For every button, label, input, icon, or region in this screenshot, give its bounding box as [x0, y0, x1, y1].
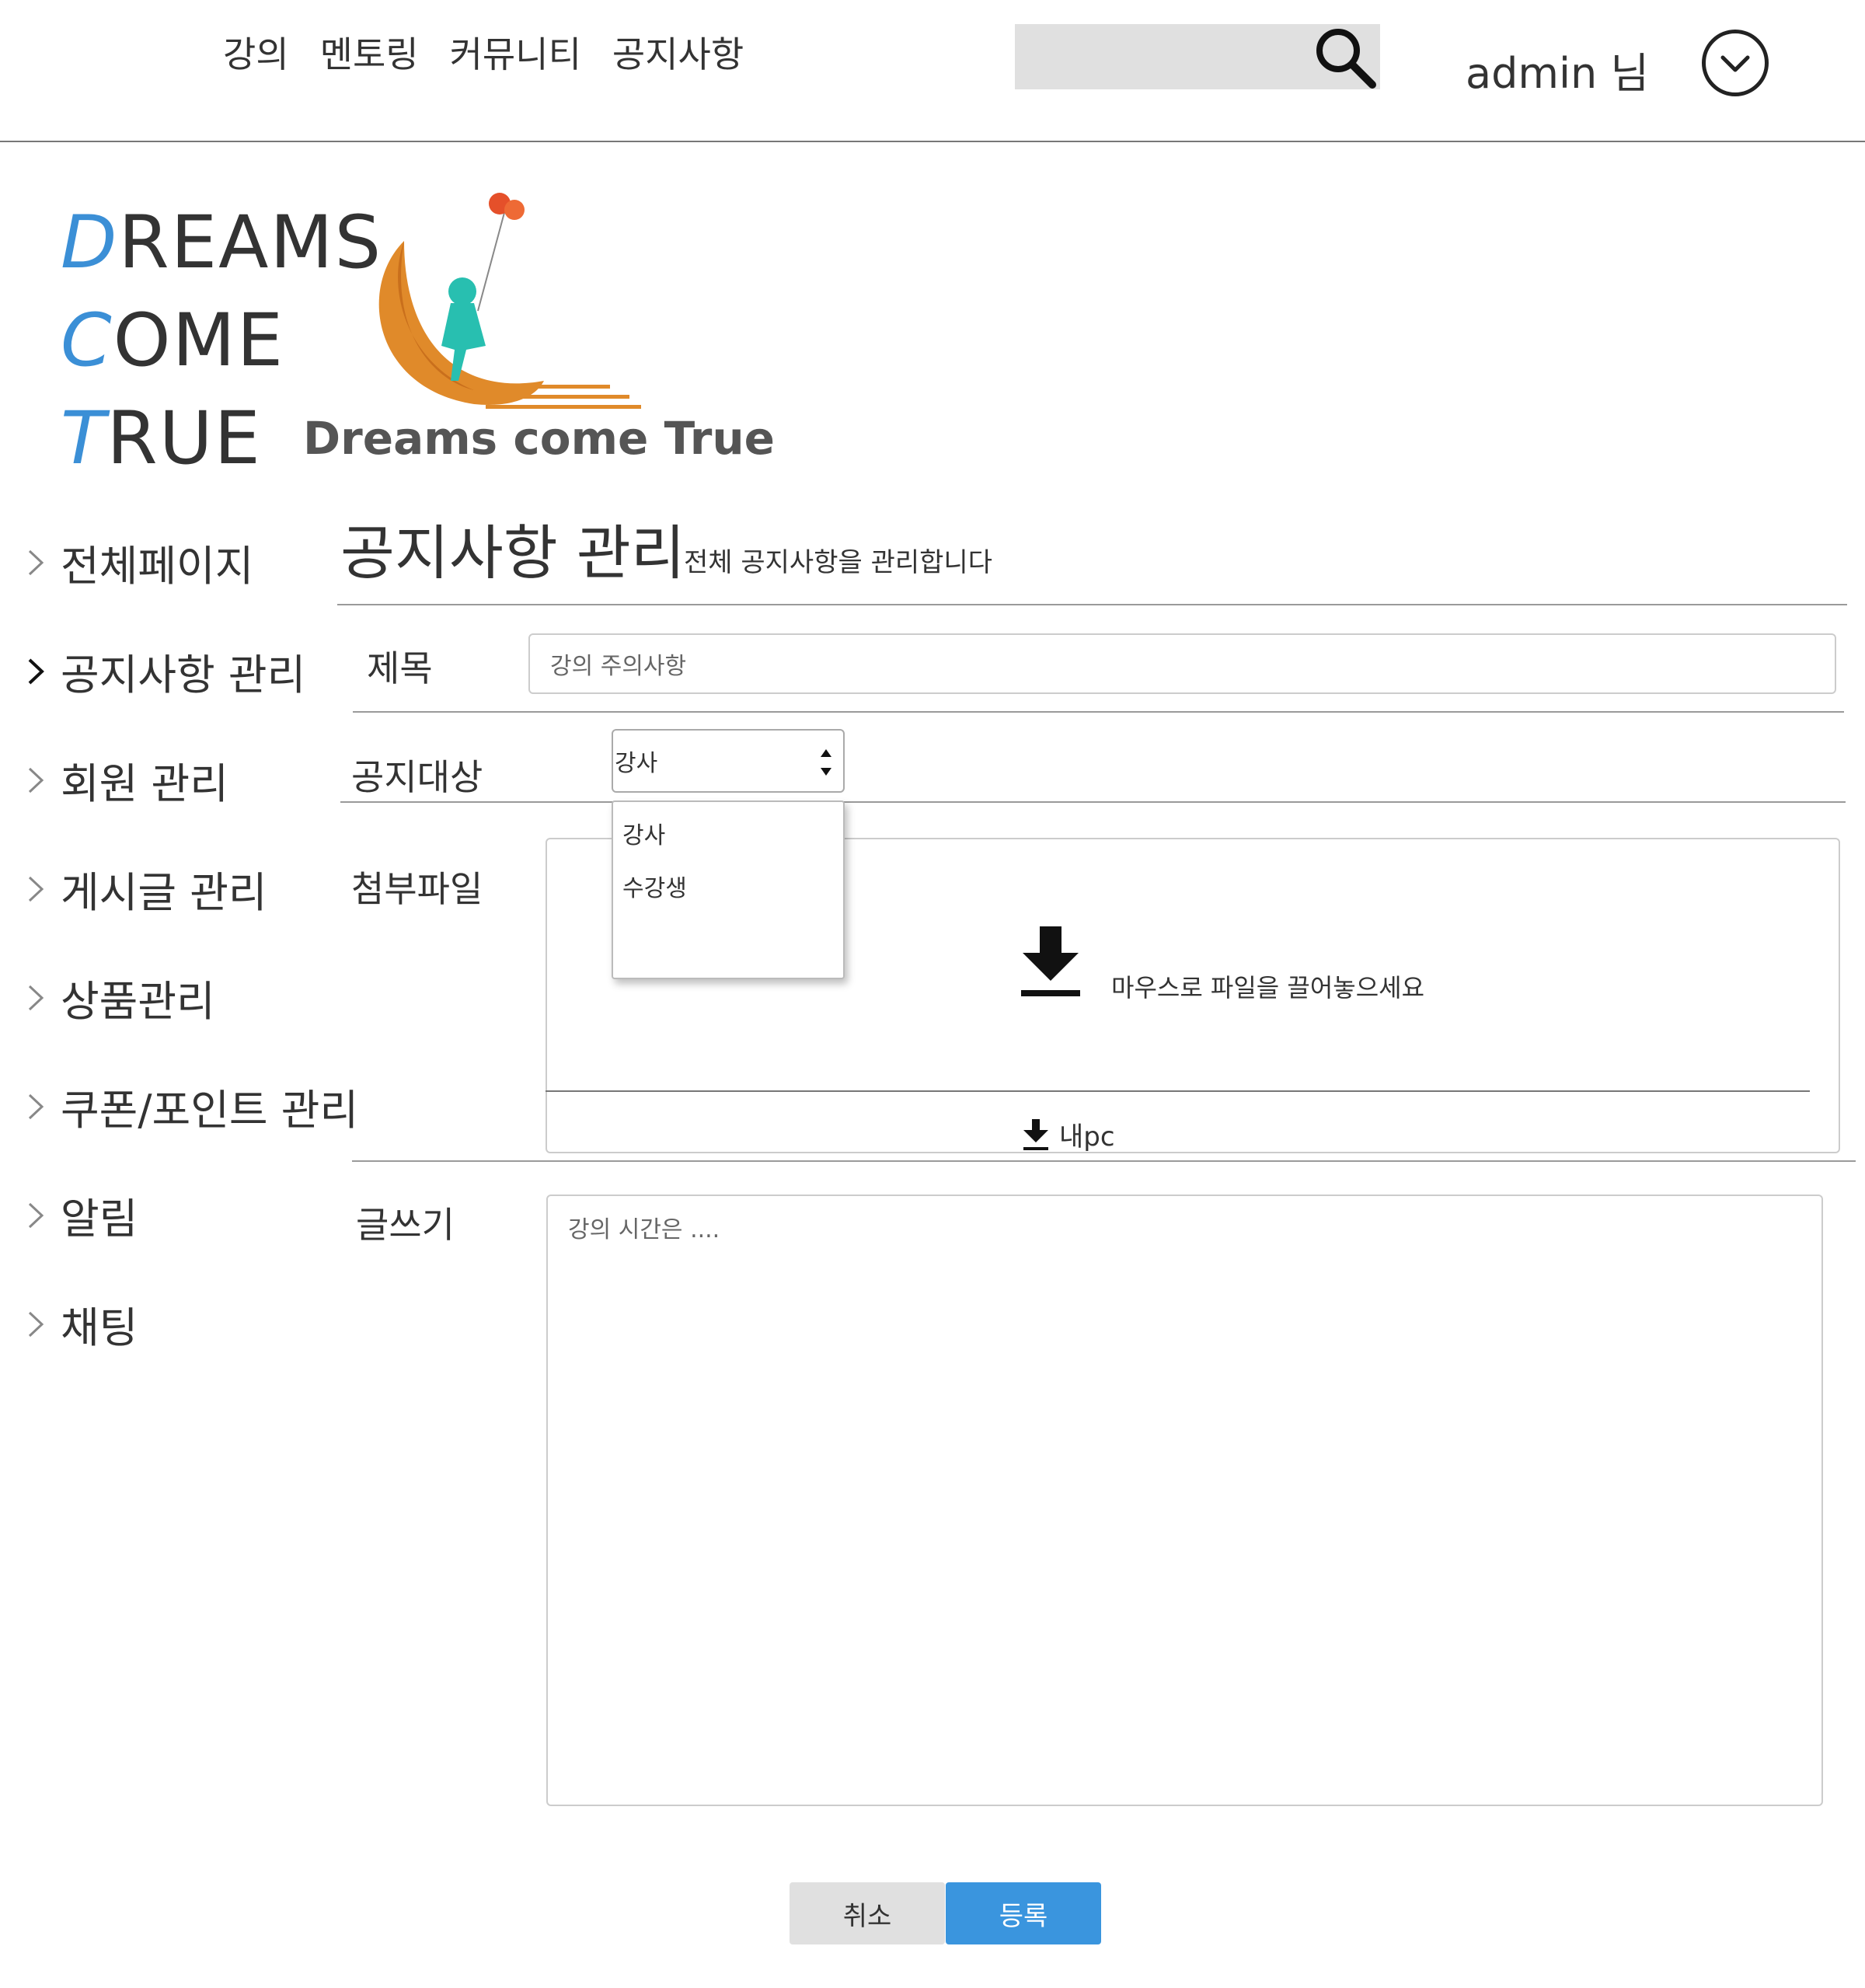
title-field-label: 제목: [367, 647, 433, 689]
target-dropdown-list: 강사 수강생: [612, 800, 845, 979]
attachment-field-label: 첨부파일: [351, 868, 483, 910]
row-divider: [353, 711, 1844, 713]
brand-caption: Dreams come True: [303, 412, 775, 465]
sidebar-item-member-management[interactable]: 회원 관리: [22, 749, 228, 811]
sidebar-item-label: 상품관리: [61, 977, 215, 1026]
drop-zone-text: 마우스로 파일을 끌어놓으세요: [1111, 973, 1425, 1003]
sidebar-item-notifications[interactable]: 알림: [22, 1184, 138, 1246]
sidebar-item-label: 게시글 관리: [61, 868, 267, 917]
chevron-right-icon: [28, 876, 44, 902]
sidebar-item-notice-management[interactable]: 공지사항 관리: [22, 640, 305, 702]
chevron-right-icon: [28, 549, 44, 575]
title-divider: [337, 604, 1847, 605]
nav-lecture[interactable]: 강의: [223, 26, 289, 78]
dropdown-option-student[interactable]: 수강생: [622, 869, 687, 903]
top-nav: 강의 멘토링 커뮤니티 공지사항: [223, 26, 775, 78]
sidebar-item-coupon-point[interactable]: 쿠폰/포인트 관리: [22, 1076, 358, 1137]
select-arrows-icon: [821, 749, 831, 776]
logo-text-line-2: COME: [61, 298, 285, 383]
target-select[interactable]: 강사: [612, 729, 845, 793]
search-icon[interactable]: [1312, 26, 1379, 92]
chevron-right-icon: [28, 985, 44, 1010]
sidebar-item-label: 채팅: [61, 1303, 138, 1352]
nav-notice[interactable]: 공지사항: [612, 26, 744, 78]
target-field-label: 공지대상: [351, 756, 483, 798]
sidebar-item-label: 전체페이지: [61, 542, 254, 591]
sidebar-item-label: 쿠폰/포인트 관리: [61, 1086, 359, 1135]
title-input[interactable]: 강의 주의사항: [528, 633, 1836, 694]
sidebar-item-post-management[interactable]: 게시글 관리: [22, 858, 267, 919]
user-menu-button[interactable]: [1702, 30, 1769, 96]
content-textarea[interactable]: 강의 시간은 ....: [546, 1195, 1823, 1806]
sidebar-item-label: 공지사항 관리: [61, 650, 306, 699]
logo-text-line-1: DREAMS: [61, 201, 383, 285]
row-divider: [340, 801, 1846, 803]
download-icon: [1023, 1118, 1048, 1150]
chevron-down-icon: [1720, 55, 1750, 72]
cancel-button[interactable]: 취소: [790, 1882, 945, 1944]
username-label: admin 님: [1466, 49, 1650, 98]
download-icon: [1021, 926, 1080, 996]
drop-zone-divider: [546, 1090, 1810, 1092]
nav-mentoring[interactable]: 멘토링: [320, 26, 419, 78]
write-field-label: 글쓰기: [356, 1204, 455, 1246]
row-divider: [352, 1160, 1856, 1162]
page-title: 공지사항 관리: [340, 518, 685, 588]
chevron-right-icon: [28, 658, 44, 684]
my-pc-button[interactable]: 내pc: [1022, 1115, 1115, 1153]
sidebar-item-label: 회원 관리: [61, 759, 228, 808]
sidebar-item-product-management[interactable]: 상품관리: [22, 967, 215, 1028]
chevron-right-icon: [28, 1093, 44, 1119]
sidebar-item-label: 알림: [61, 1195, 138, 1243]
target-select-value: 강사: [615, 750, 658, 777]
sidebar-item-all-pages[interactable]: 전체페이지: [22, 532, 253, 593]
submit-button[interactable]: 등록: [946, 1882, 1101, 1944]
header-divider: [0, 141, 1865, 142]
nav-community[interactable]: 커뮤니티: [450, 26, 581, 78]
logo-text-line-3: TRUE: [61, 396, 262, 481]
chevron-right-icon: [28, 1202, 44, 1228]
chevron-right-icon: [28, 767, 44, 793]
sidebar-item-chat[interactable]: 채팅: [22, 1293, 138, 1355]
brand-logo-image: [378, 193, 641, 409]
my-pc-label: 내pc: [1059, 1121, 1115, 1153]
chevron-right-icon: [28, 1311, 44, 1337]
dropdown-option-instructor[interactable]: 강사: [622, 816, 665, 850]
page-subtitle: 전체 공지사항을 관리합니다: [684, 547, 992, 578]
